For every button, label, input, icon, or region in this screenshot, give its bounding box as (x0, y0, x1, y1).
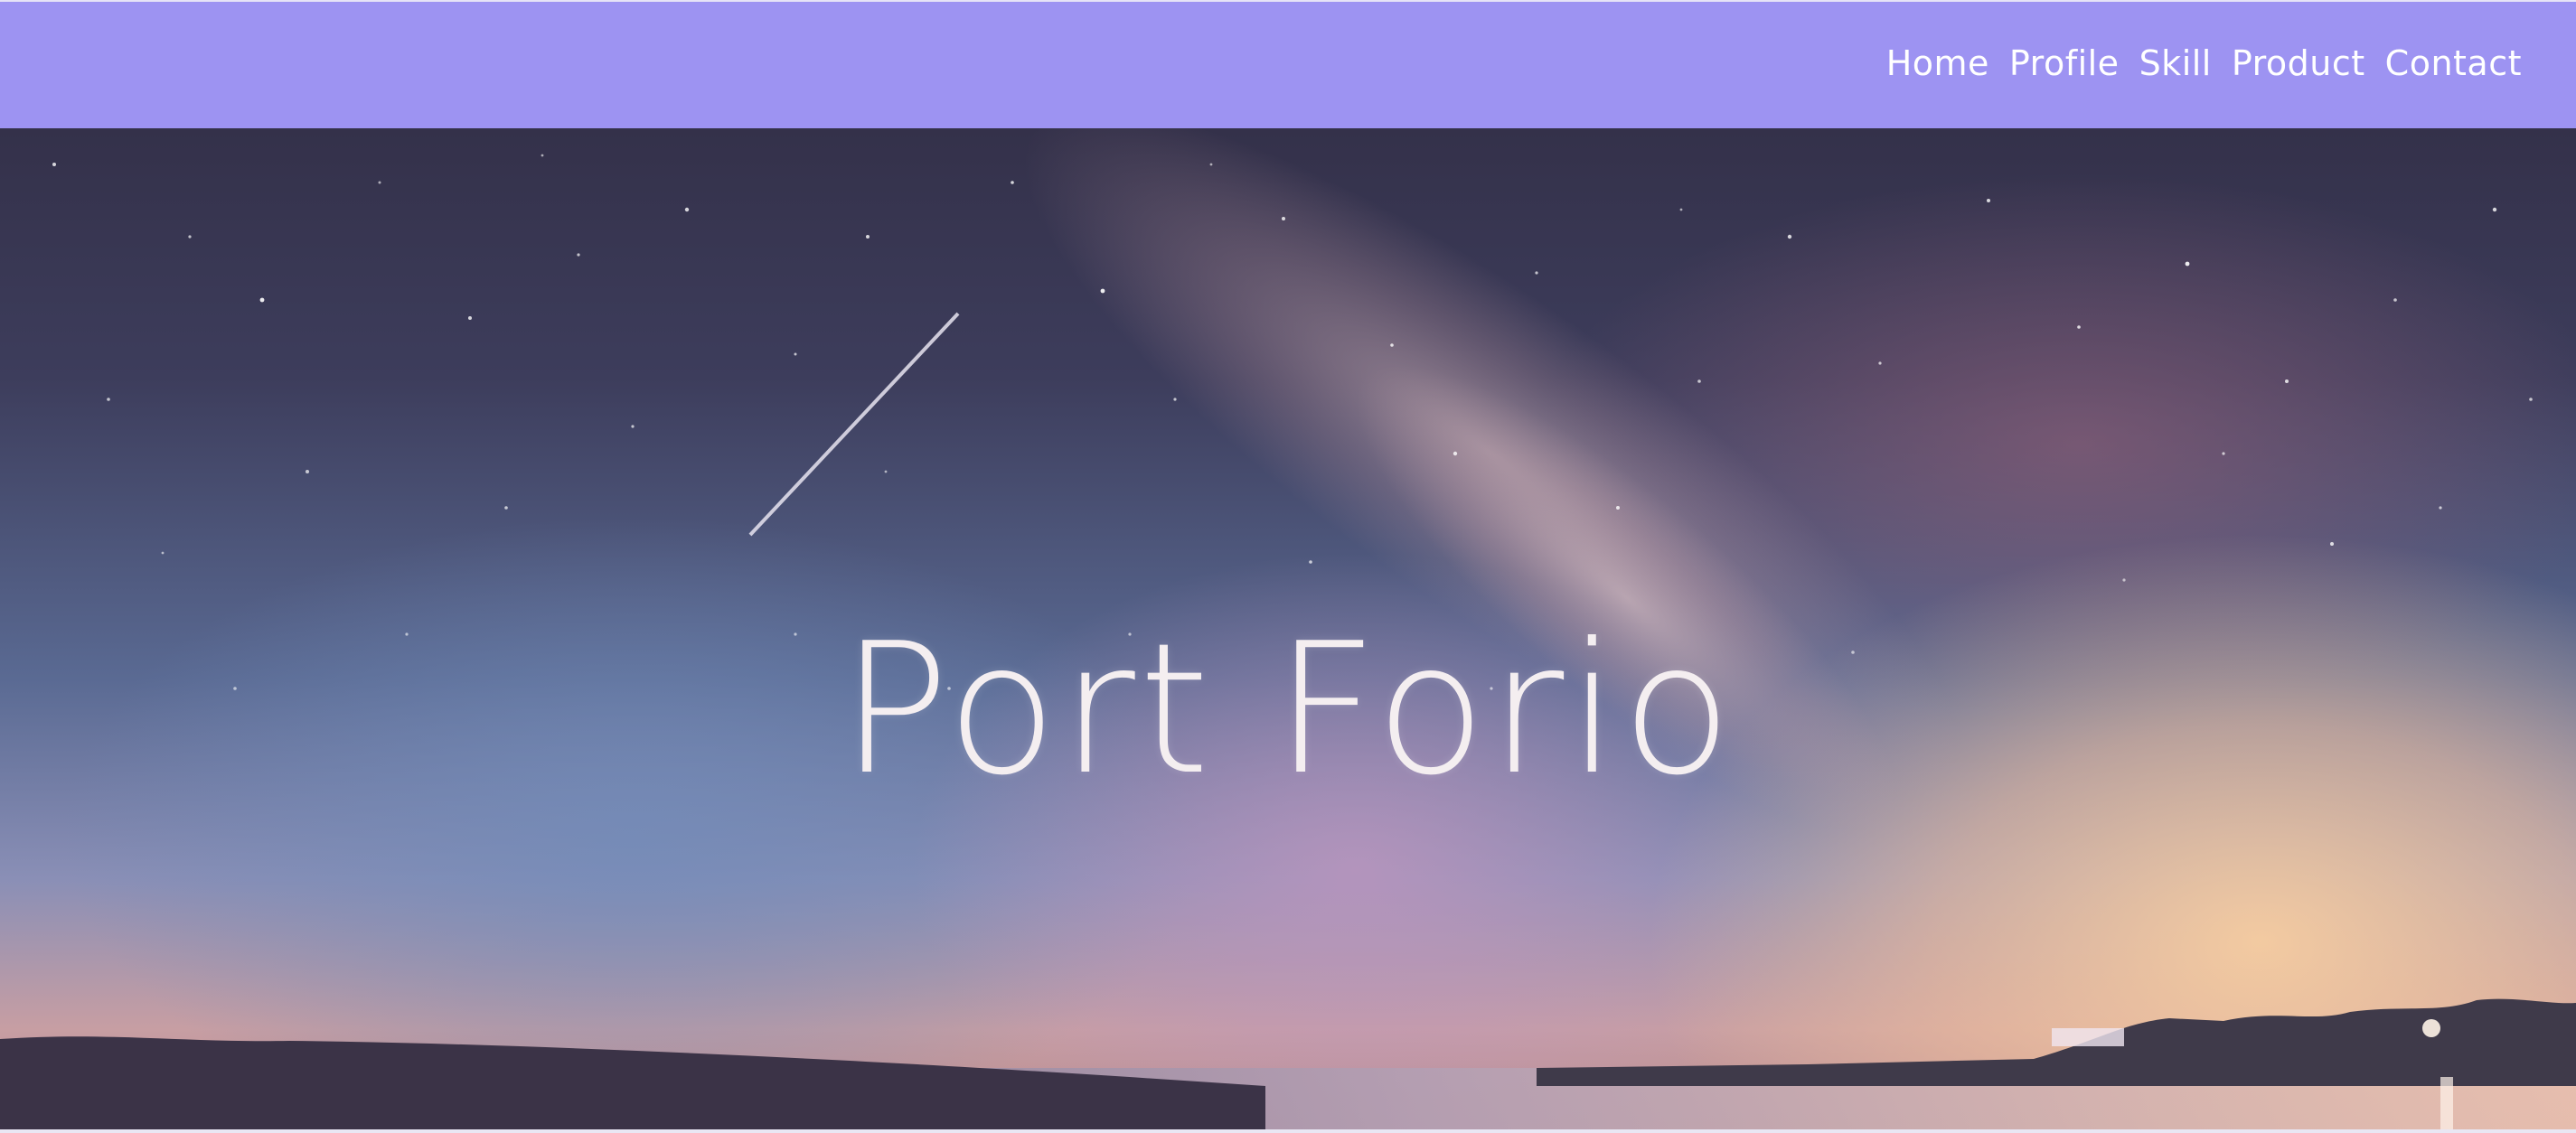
nav-skill-link[interactable]: Skill (2139, 38, 2212, 89)
main-nav: Home Profile Skill Product Contact (1886, 38, 2522, 89)
nav-contact-link[interactable]: Contact (2385, 38, 2522, 89)
page-bottom-edge (0, 1129, 2576, 1133)
nav-home-link[interactable]: Home (1886, 38, 1989, 89)
nav-profile-link[interactable]: Profile (2009, 38, 2120, 89)
site-header: Home Profile Skill Product Contact (0, 0, 2576, 128)
hero-title: Port Forio (840, 604, 1736, 815)
nav-product-link[interactable]: Product (2232, 38, 2365, 89)
hero-section: Port Forio (0, 128, 2576, 1129)
